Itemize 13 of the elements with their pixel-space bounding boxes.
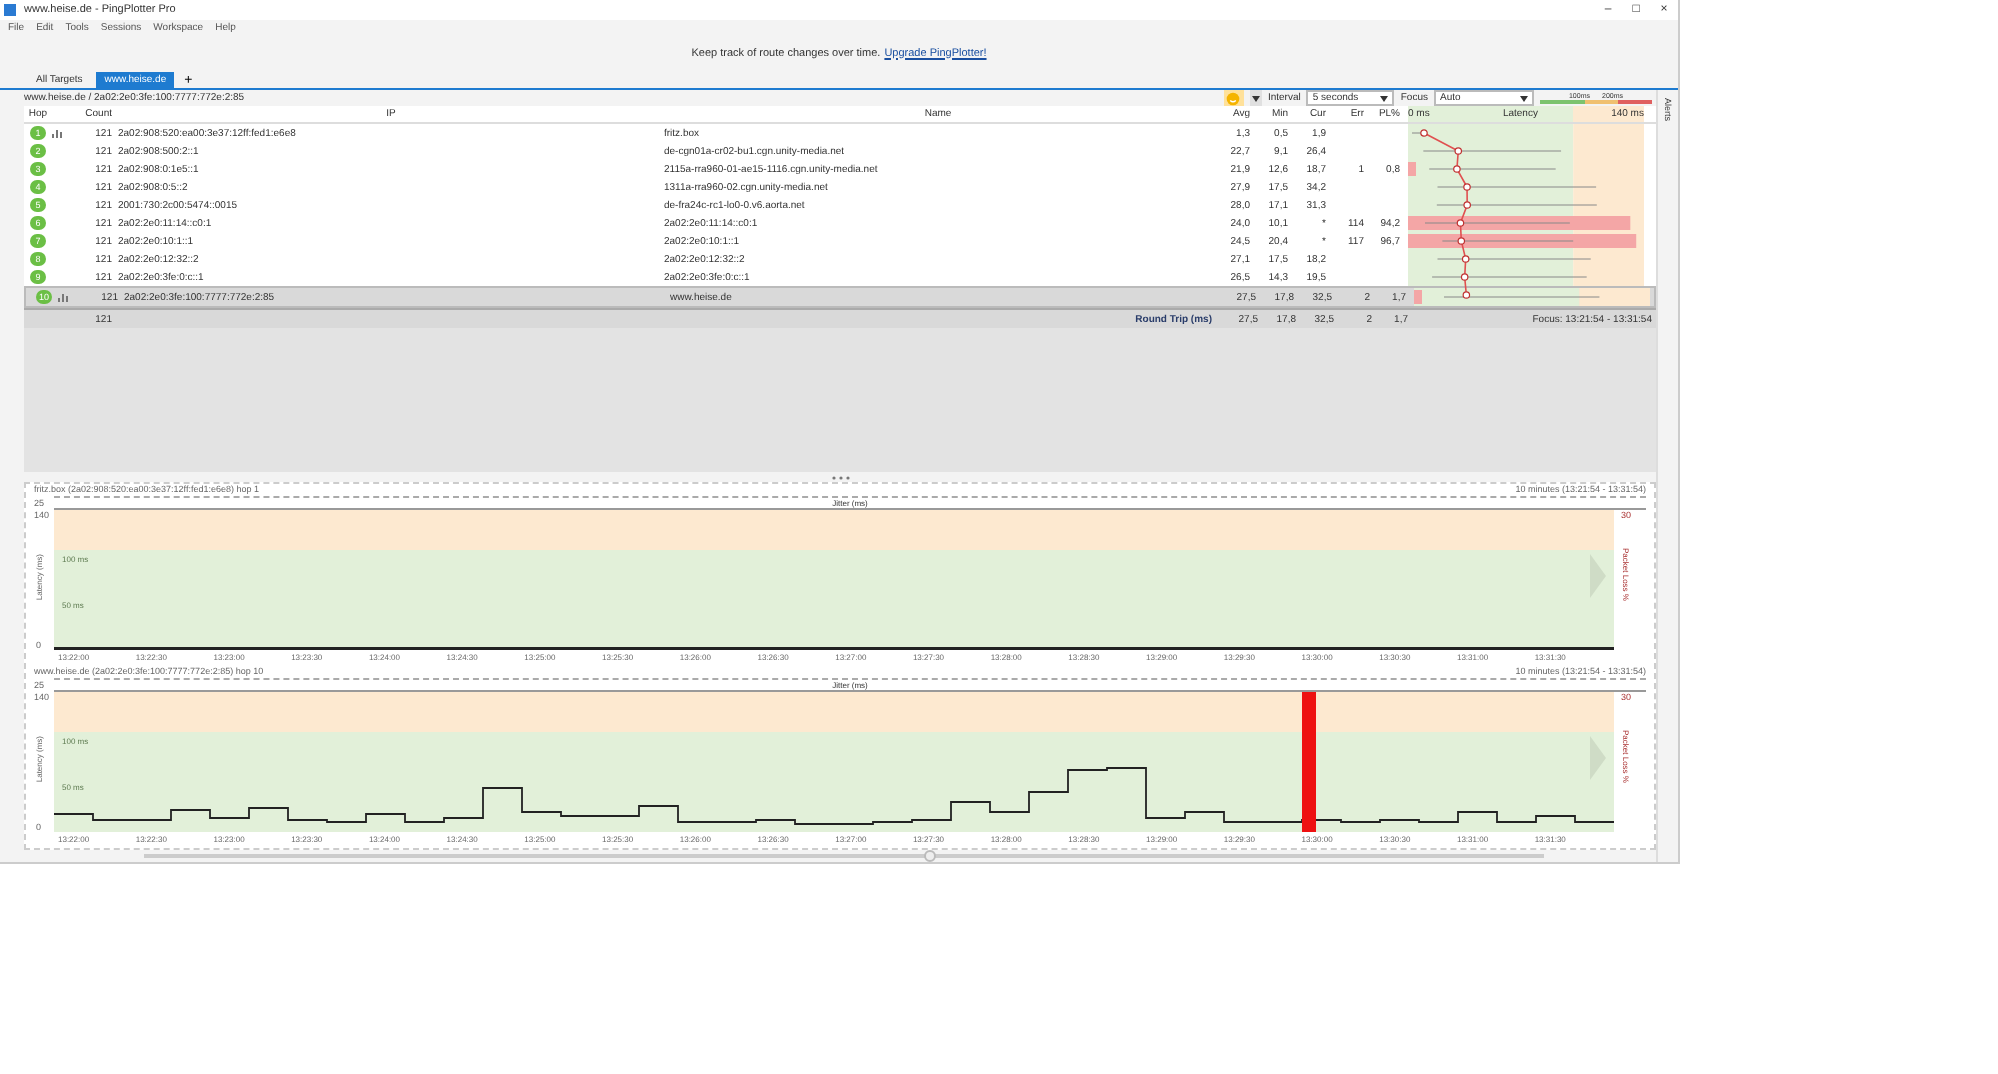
expand-arrow-icon[interactable] [1590,735,1606,780]
app-icon [4,4,16,16]
latency-range-line [1422,151,1562,153]
latency-range-line [1428,169,1557,171]
latency-range-line [1411,133,1425,135]
dropdown-button[interactable] [1249,90,1262,107]
expand-arrow-icon[interactable] [1590,553,1606,598]
latency-range-line [1441,241,1574,243]
splitter-handle-icon[interactable] [831,475,849,480]
packet-loss-bar [1302,691,1316,832]
caret-icon [1251,95,1260,102]
scrollbar[interactable] [144,853,1544,858]
latency-scale-bar [1540,100,1652,105]
